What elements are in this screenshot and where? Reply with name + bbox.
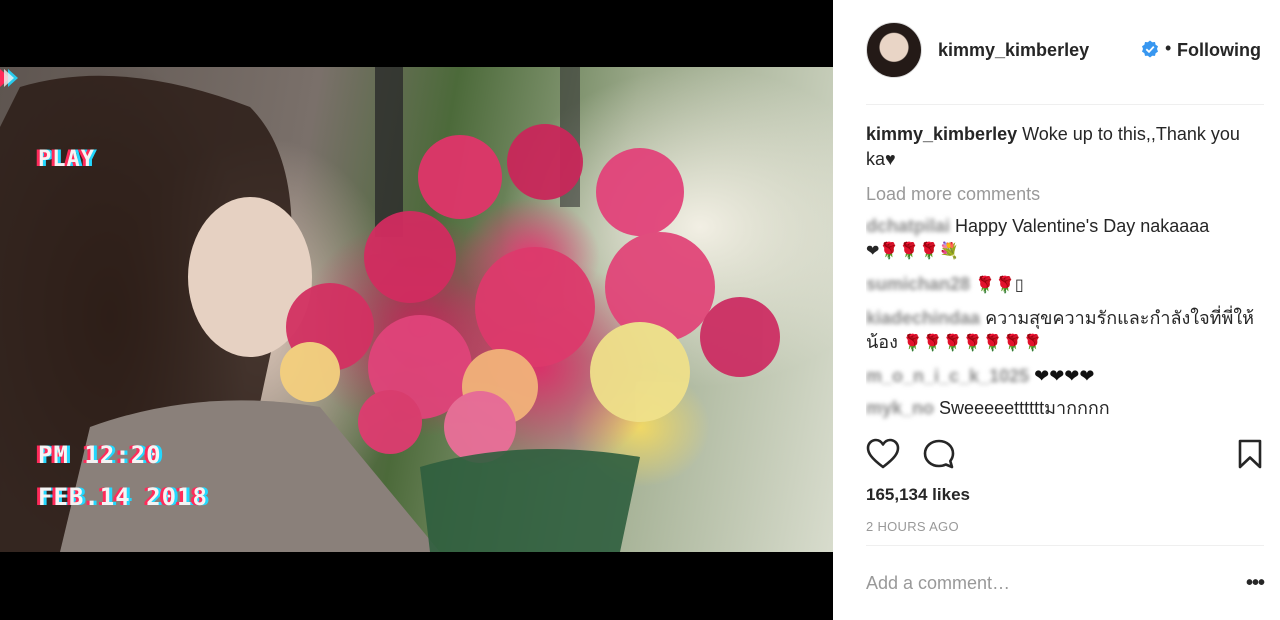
comment-item: myk_no Sweeeeettttttมากกกก	[866, 396, 1264, 420]
like-heart-icon[interactable]	[866, 438, 900, 470]
comments-list[interactable]: kimmy_kimberley Woke up to this,,Thank y…	[866, 122, 1264, 424]
post-photo[interactable]: PLAY PM 12:20 FEB.14 2018	[0, 67, 833, 552]
comment-emoji: 🌹🌹🌹🌹🌹🌹🌹	[902, 335, 1043, 352]
following-button[interactable]: Following	[1177, 40, 1261, 61]
comment-text: Sweeeeettttttมากกกก	[939, 398, 1110, 418]
post-side-panel: kimmy_kimberley • Following kimmy_kimber…	[833, 0, 1280, 620]
comment-item: dchatpilai Happy Valentine's Day nakaaaa…	[866, 214, 1264, 264]
comment-bubble-icon[interactable]	[922, 438, 956, 470]
comment-text: Happy Valentine's Day nakaaaa	[955, 216, 1210, 236]
caption-username[interactable]: kimmy_kimberley	[866, 124, 1017, 144]
comment-username[interactable]: m_o_n_i_c_k_1025	[866, 366, 1029, 386]
post-header: kimmy_kimberley • Following	[866, 20, 1264, 105]
separator-dot: •	[1165, 38, 1172, 58]
likes-count[interactable]: 165,134 likes	[866, 485, 970, 505]
comment-item: m_o_n_i_c_k_1025 ❤❤❤❤	[866, 364, 1264, 388]
vhs-time: PM 12:20	[38, 441, 162, 469]
vhs-date: FEB.14 2018	[38, 483, 208, 511]
photo-illustration	[0, 67, 780, 552]
comment-username[interactable]: sumichan28	[866, 274, 970, 294]
comment-emoji: ❤🌹🌹🌹💐	[866, 243, 960, 260]
post-media[interactable]: PLAY PM 12:20 FEB.14 2018	[0, 0, 833, 620]
comment-username[interactable]: kiadechindaa	[866, 308, 980, 328]
comment-item: kiadechindaa ความสุขความรักและกำลังใจที่…	[866, 306, 1264, 356]
comment-username[interactable]: dchatpilai	[866, 216, 950, 236]
more-options-icon[interactable]: •••	[1246, 572, 1265, 595]
comment-username[interactable]: myk_no	[866, 398, 934, 418]
vhs-play-label: PLAY	[38, 147, 95, 172]
comment-text: 🌹🌹▯	[975, 277, 1024, 294]
add-comment-input[interactable]	[866, 573, 1206, 594]
post-timestamp[interactable]: 2 HOURS AGO	[866, 519, 959, 534]
post-caption: kimmy_kimberley Woke up to this,,Thank y…	[866, 122, 1264, 172]
header-username[interactable]: kimmy_kimberley	[938, 40, 1089, 61]
play-arrows-icon	[0, 69, 18, 87]
add-comment-bar: •••	[866, 545, 1265, 620]
avatar[interactable]	[866, 22, 922, 78]
comment-item: sumichan28 🌹🌹▯	[866, 272, 1264, 298]
post-actions	[866, 436, 1264, 476]
save-bookmark-icon[interactable]	[1237, 438, 1263, 470]
load-more-comments-link[interactable]: Load more comments	[866, 182, 1264, 206]
comment-text: ❤❤❤❤	[1034, 366, 1095, 386]
verified-badge-icon	[1142, 40, 1158, 58]
